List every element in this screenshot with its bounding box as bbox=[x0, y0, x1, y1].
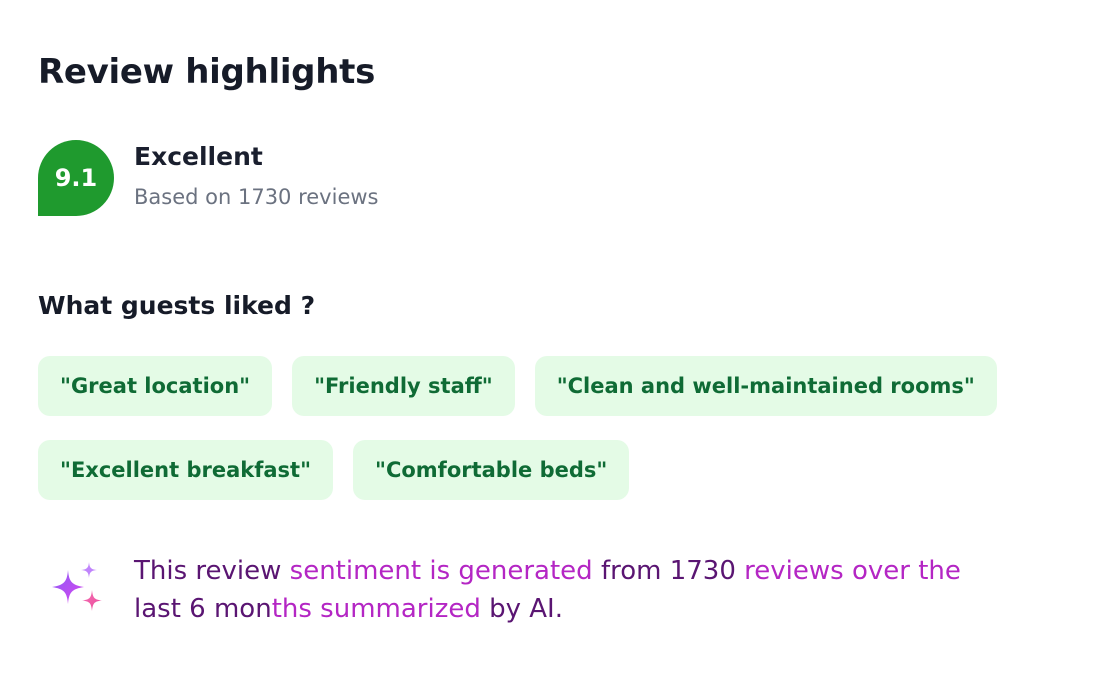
sparkles-icon bbox=[52, 562, 102, 611]
liked-heading: What guests liked ? bbox=[38, 291, 316, 320]
liked-chip[interactable]: "Great location" bbox=[38, 356, 273, 416]
rating-text: Excellent Based on 1730 reviews bbox=[134, 140, 378, 210]
liked-chip-list: "Great location" "Friendly staff" "Clean… bbox=[38, 356, 1058, 500]
score-badge: 9.1 bbox=[38, 140, 114, 216]
liked-chip[interactable]: "Clean and well-maintained rooms" bbox=[534, 356, 997, 416]
review-highlights-panel: Review highlights 9.1 Excellent Based on… bbox=[0, 0, 1120, 680]
page-title: Review highlights bbox=[38, 52, 376, 92]
ai-text-part: This review bbox=[134, 556, 290, 586]
ai-summary-text: This review sentiment is generated from … bbox=[134, 552, 1082, 628]
ai-text-part: from 1730 bbox=[592, 556, 745, 586]
ai-text-highlight: reviews over the bbox=[744, 556, 961, 586]
ai-text-highlight: sentiment is generated bbox=[289, 556, 593, 586]
ai-text-part: last 6 mon bbox=[134, 594, 272, 624]
rating-label: Excellent bbox=[134, 142, 263, 171]
ai-text-part: by AI. bbox=[480, 594, 563, 624]
ai-summary-note: This review sentiment is generated from … bbox=[38, 552, 1082, 628]
liked-chip[interactable]: "Friendly staff" bbox=[292, 356, 515, 416]
ai-text-highlight: ths summarized bbox=[271, 594, 481, 624]
rating-summary: 9.1 Excellent Based on 1730 reviews bbox=[38, 140, 1082, 216]
liked-chip[interactable]: "Comfortable beds" bbox=[353, 440, 630, 500]
liked-chip[interactable]: "Excellent breakfast" bbox=[38, 440, 334, 500]
review-count: Based on 1730 reviews bbox=[134, 185, 379, 209]
